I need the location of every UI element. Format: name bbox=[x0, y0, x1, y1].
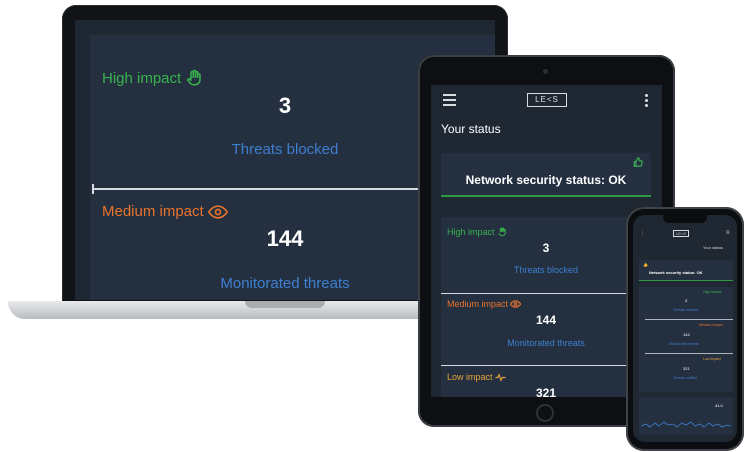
thumbs-up-icon: 👍 bbox=[643, 262, 648, 267]
network-status-card: Network security status: OK bbox=[441, 153, 651, 197]
high-impact-label-row: High impact bbox=[102, 69, 203, 87]
thumbs-up-icon bbox=[633, 157, 643, 167]
divider bbox=[92, 184, 422, 194]
medium-impact-sub[interactable]: Monitorated threats bbox=[669, 342, 699, 346]
divider bbox=[441, 293, 631, 294]
eye-icon bbox=[207, 204, 228, 219]
medium-impact-label: Medium impact bbox=[699, 323, 723, 327]
pulse-icon bbox=[494, 372, 506, 382]
high-impact-value: 3 bbox=[685, 298, 688, 303]
medium-impact-value: 144 bbox=[535, 313, 557, 327]
laptop-notch bbox=[245, 301, 325, 308]
more-icon[interactable] bbox=[645, 94, 648, 109]
high-impact-label: High impact bbox=[703, 290, 722, 294]
low-impact-label: Low impact bbox=[447, 372, 493, 382]
low-impact-value: 321 bbox=[683, 366, 690, 371]
hand-icon bbox=[187, 69, 201, 86]
more-icon[interactable]: ⋮ bbox=[640, 230, 645, 236]
divider bbox=[645, 353, 733, 354]
tablet-camera bbox=[543, 69, 548, 74]
medium-impact-label-row: Medium impact bbox=[447, 299, 522, 309]
logo[interactable]: LE<S bbox=[673, 230, 689, 237]
divider bbox=[441, 365, 631, 366]
low-impact-label: Low impact bbox=[703, 357, 721, 361]
high-impact-label: High impact bbox=[102, 69, 182, 87]
traffic-card: 41.0 bbox=[639, 397, 733, 435]
eye-icon bbox=[510, 300, 522, 308]
phone-screen: ⋮ LE<S ≡ Your status 👍 Network security … bbox=[633, 215, 737, 442]
high-impact-label-row: High impact bbox=[447, 227, 507, 237]
low-impact-sub[interactable]: Threats notified bbox=[673, 376, 697, 380]
impact-card: High impact 3 Threats blocked Medium imp… bbox=[639, 287, 733, 392]
medium-impact-value: 144 bbox=[683, 332, 690, 337]
page-title: Your status bbox=[441, 122, 501, 136]
medium-impact-label: Medium impact bbox=[102, 203, 204, 220]
high-impact-sub[interactable]: Threats blocked bbox=[673, 308, 698, 312]
medium-impact-label: Medium impact bbox=[447, 299, 509, 309]
low-impact-label-row: Low impact bbox=[447, 372, 506, 382]
network-status-text: Network security status: OK bbox=[649, 270, 703, 275]
menu-icon[interactable]: ≡ bbox=[726, 230, 730, 236]
traffic-sparkline bbox=[641, 421, 731, 428]
tablet-home-button[interactable] bbox=[536, 404, 554, 422]
phone-notch bbox=[663, 215, 707, 223]
medium-impact-label-row: Medium impact bbox=[102, 203, 228, 220]
high-impact-label: High impact bbox=[447, 227, 495, 237]
network-status-text: Network security status: OK bbox=[465, 173, 627, 187]
hand-icon bbox=[497, 227, 506, 237]
network-status-card: 👍 Network security status: OK bbox=[639, 260, 733, 281]
divider bbox=[645, 319, 733, 320]
logo[interactable]: LE<S bbox=[527, 93, 567, 107]
medium-impact-sub[interactable]: Monitorated threats bbox=[441, 338, 651, 348]
traffic-metric-value: 41.0 bbox=[715, 403, 723, 408]
menu-icon[interactable] bbox=[443, 94, 456, 106]
high-impact-sub[interactable]: Threats blocked bbox=[441, 265, 651, 275]
page-title: Your status bbox=[703, 245, 723, 250]
high-impact-value: 3 bbox=[542, 241, 550, 255]
low-impact-value: 321 bbox=[535, 386, 557, 397]
tablet-header: LE<S bbox=[431, 85, 662, 115]
